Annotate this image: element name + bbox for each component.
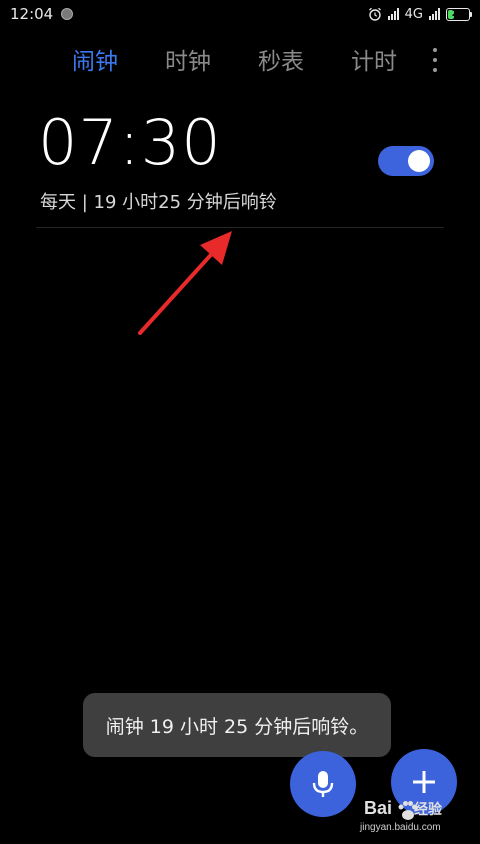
baidu-watermark: Bai 经验 jingyan.baidu.com: [360, 798, 475, 838]
status-left: 12:04: [10, 5, 74, 23]
tab-clock[interactable]: 时钟: [165, 42, 211, 76]
watermark-logo-text: Bai: [364, 798, 393, 818]
watermark-logo-cn: 经验: [414, 801, 443, 817]
annotation-arrow-icon: [138, 231, 232, 335]
tab-stopwatch[interactable]: 秒表: [258, 42, 304, 76]
tab-bar: 闹钟 时钟 秒表 计时: [0, 36, 480, 80]
tab-timer[interactable]: 计时: [351, 42, 397, 76]
status-bar: 12:04 4G 29: [0, 0, 480, 28]
toggle-knob: [408, 150, 430, 172]
voice-button[interactable]: [290, 751, 356, 817]
signal-strength-2-icon: [429, 8, 440, 20]
alarm-toggle[interactable]: [378, 146, 434, 176]
alarm-time: 07:30: [38, 106, 222, 179]
status-right: 4G 29: [368, 6, 472, 22]
alarm-item[interactable]: 07:30 每天 | 19 小时25 分钟后响铃: [38, 106, 442, 226]
signal-strength-icon: [387, 8, 399, 20]
watermark-url: jingyan.baidu.com: [360, 822, 441, 833]
divider: [36, 227, 444, 228]
network-type: 4G: [404, 6, 423, 22]
plus-icon: [413, 771, 435, 793]
battery-icon: 29: [446, 7, 472, 21]
paw-icon: [398, 801, 417, 820]
more-vertical-icon[interactable]: [426, 46, 444, 74]
battery-level: 29: [451, 9, 465, 19]
notification-dot-icon: [61, 8, 74, 20]
alarm-description: 每天 | 19 小时25 分钟后响铃: [40, 192, 277, 213]
microphone-icon: [312, 771, 334, 797]
toast-message: 闹钟 19 小时 25 分钟后响铃。: [83, 693, 391, 757]
alarm-clock-icon: [368, 7, 381, 21]
status-time: 12:04: [10, 5, 54, 23]
tab-alarm[interactable]: 闹钟: [72, 42, 118, 76]
